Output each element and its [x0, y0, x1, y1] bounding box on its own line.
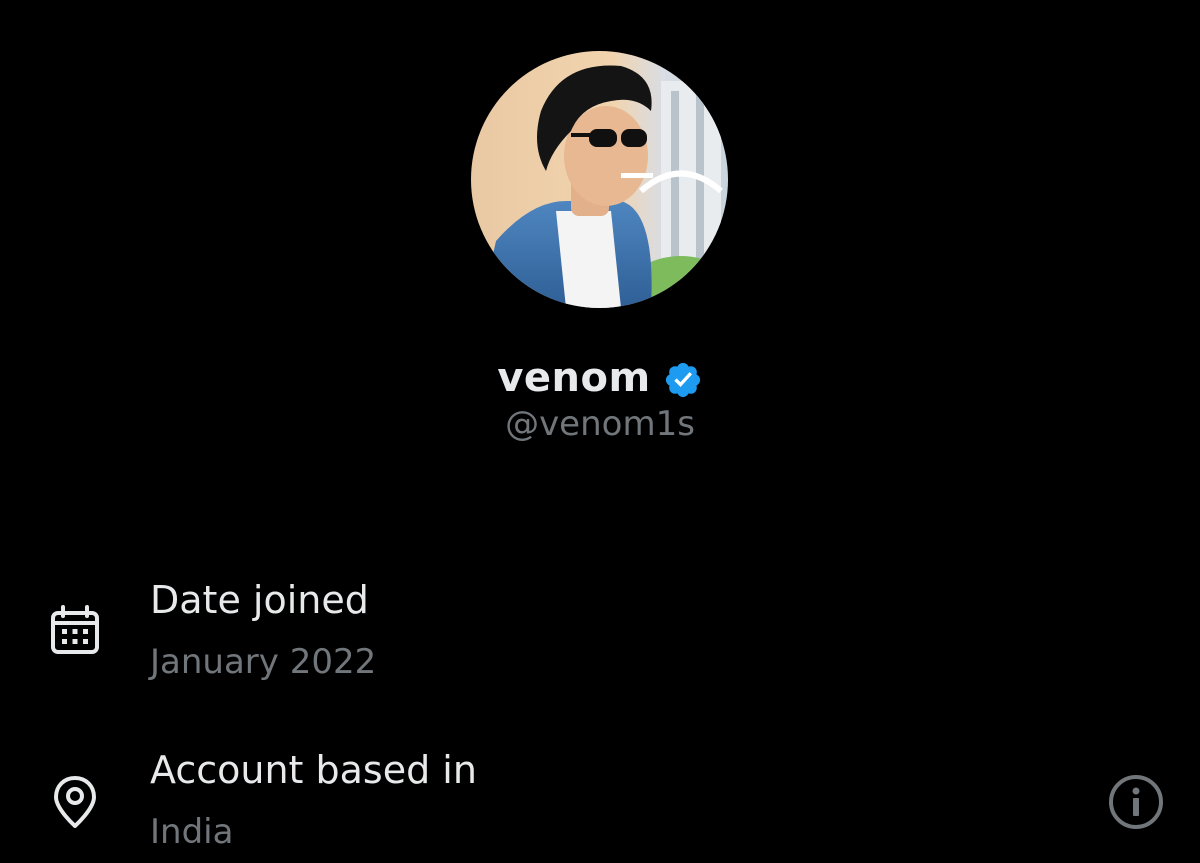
date-joined-row: Date joined January 2022	[0, 570, 1200, 690]
profile-name-row: venom	[0, 352, 1200, 404]
date-joined-label: Date joined	[150, 578, 369, 622]
avatar-photo	[471, 51, 728, 308]
info-icon[interactable]	[1106, 772, 1166, 832]
account-based-in-label: Account based in	[150, 748, 477, 792]
account-based-in-row: Account based in India	[0, 740, 1200, 860]
calendar-icon	[48, 604, 102, 658]
location-pin-icon	[48, 774, 102, 828]
verified-badge-icon	[663, 360, 703, 400]
profile-avatar[interactable]	[471, 51, 728, 308]
date-joined-value: January 2022	[150, 642, 377, 682]
display-name: venom	[497, 355, 651, 401]
profile-handle: @venom1s	[505, 404, 695, 444]
account-based-in-value: India	[150, 812, 234, 852]
